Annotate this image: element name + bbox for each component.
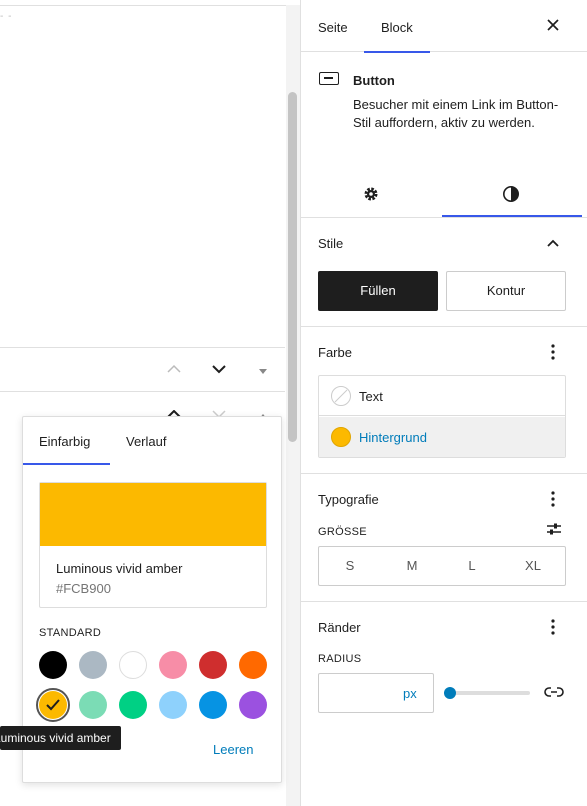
- font-size-picker: S M L XL: [318, 546, 566, 586]
- more-vertical-icon[interactable]: [551, 619, 555, 638]
- color-item-label: Hintergrund: [359, 430, 427, 445]
- radius-slider-thumb[interactable]: [444, 687, 456, 699]
- more-vertical-icon[interactable]: [551, 344, 555, 363]
- tooltip-text: Luminous vivid amber: [0, 731, 111, 745]
- gear-icon[interactable]: [362, 185, 380, 206]
- swatch-black[interactable]: [39, 651, 67, 679]
- block-description: Besucher mit einem Link im Button-Stil a…: [353, 97, 559, 130]
- style-fill-button[interactable]: Füllen: [318, 271, 438, 311]
- popover-tab-indicator: [23, 463, 110, 465]
- canvas-top-border: [0, 5, 300, 6]
- chevron-up-icon[interactable]: [166, 362, 182, 378]
- color-preview-swatch[interactable]: [40, 483, 266, 546]
- more-vertical-icon[interactable]: [551, 491, 555, 510]
- tab-block[interactable]: Block: [364, 0, 430, 53]
- size-m[interactable]: M: [381, 547, 443, 585]
- text-color-swatch: [331, 386, 351, 406]
- tab-seite[interactable]: Seite: [318, 0, 348, 52]
- swatch-luminous-vivid-amber-selected[interactable]: [36, 688, 70, 722]
- settings-sidebar: Seite Block Button Besucher mit einem Li…: [300, 0, 587, 806]
- color-list: Text Hintergrund: [318, 375, 566, 458]
- size-label: GRÖSSE: [318, 526, 367, 538]
- swatch-cyan-bluish-gray[interactable]: [79, 651, 107, 679]
- size-l[interactable]: L: [441, 547, 503, 585]
- radius-label: RADIUS: [318, 653, 362, 665]
- style-outline-button[interactable]: Kontur: [446, 271, 566, 311]
- sidebar-tabs: Seite Block: [301, 0, 587, 53]
- check-icon: [46, 699, 60, 711]
- radius-unit[interactable]: px: [403, 686, 417, 701]
- block-mover-bar-1: [0, 347, 285, 391]
- close-icon[interactable]: [545, 18, 561, 34]
- block-title: Button: [353, 73, 395, 88]
- block-subtabs: [301, 172, 587, 218]
- color-palette: [36, 651, 269, 723]
- tab-verlauf[interactable]: Verlauf: [126, 417, 166, 465]
- stile-title: Stile: [318, 236, 344, 251]
- palette-label: STANDARD: [39, 627, 102, 639]
- caret-down-icon[interactable]: [258, 364, 268, 379]
- typografie-title: Typografie: [318, 492, 379, 507]
- color-hex: #FCB900: [56, 581, 111, 596]
- farbe-title: Farbe: [318, 345, 352, 360]
- swatch-vivid-purple[interactable]: [239, 691, 267, 719]
- swatch-vivid-green-cyan[interactable]: [119, 691, 147, 719]
- block-mover-bar-2: [0, 391, 285, 419]
- raender-section: Ränder RADIUS: [301, 602, 587, 742]
- swatch-vivid-red[interactable]: [199, 651, 227, 679]
- swatch-pale-pink[interactable]: [159, 651, 187, 679]
- subtab-active-indicator: [442, 215, 582, 217]
- swatch-vivid-cyan-blue[interactable]: [199, 691, 227, 719]
- color-name: Luminous vivid amber: [56, 561, 183, 576]
- styles-contrast-icon[interactable]: [502, 185, 520, 206]
- swatch-tooltip: Luminous vivid amber: [0, 726, 121, 750]
- canvas-scrollbar-thumb[interactable]: [288, 92, 297, 442]
- raender-title: Ränder: [318, 620, 361, 635]
- background-color-swatch: [331, 427, 351, 447]
- swatch-pale-cyan-blue[interactable]: [159, 691, 187, 719]
- color-item-text[interactable]: Text: [319, 376, 565, 416]
- clear-button[interactable]: Leeren: [213, 742, 253, 757]
- chevron-down-icon[interactable]: [211, 362, 227, 378]
- radius-input[interactable]: px: [318, 673, 434, 713]
- color-item-background[interactable]: Hintergrund: [319, 417, 565, 457]
- link-icon[interactable]: [544, 685, 564, 699]
- custom-size-icon[interactable]: [546, 522, 562, 539]
- swatch-white[interactable]: [119, 651, 147, 679]
- swatch-light-green-cyan[interactable]: [79, 691, 107, 719]
- tab-einfarbig[interactable]: Einfarbig: [39, 417, 90, 465]
- canvas-dashes: - -: [0, 11, 13, 22]
- chevron-up-icon[interactable]: [546, 236, 560, 251]
- size-xl[interactable]: XL: [502, 547, 564, 585]
- button-block-icon: [319, 72, 339, 85]
- size-s[interactable]: S: [319, 547, 381, 585]
- radius-slider-track[interactable]: [450, 691, 530, 695]
- color-preview[interactable]: Luminous vivid amber #FCB900: [39, 482, 267, 608]
- color-item-label: Text: [359, 389, 383, 404]
- swatch-luminous-vivid-orange[interactable]: [239, 651, 267, 679]
